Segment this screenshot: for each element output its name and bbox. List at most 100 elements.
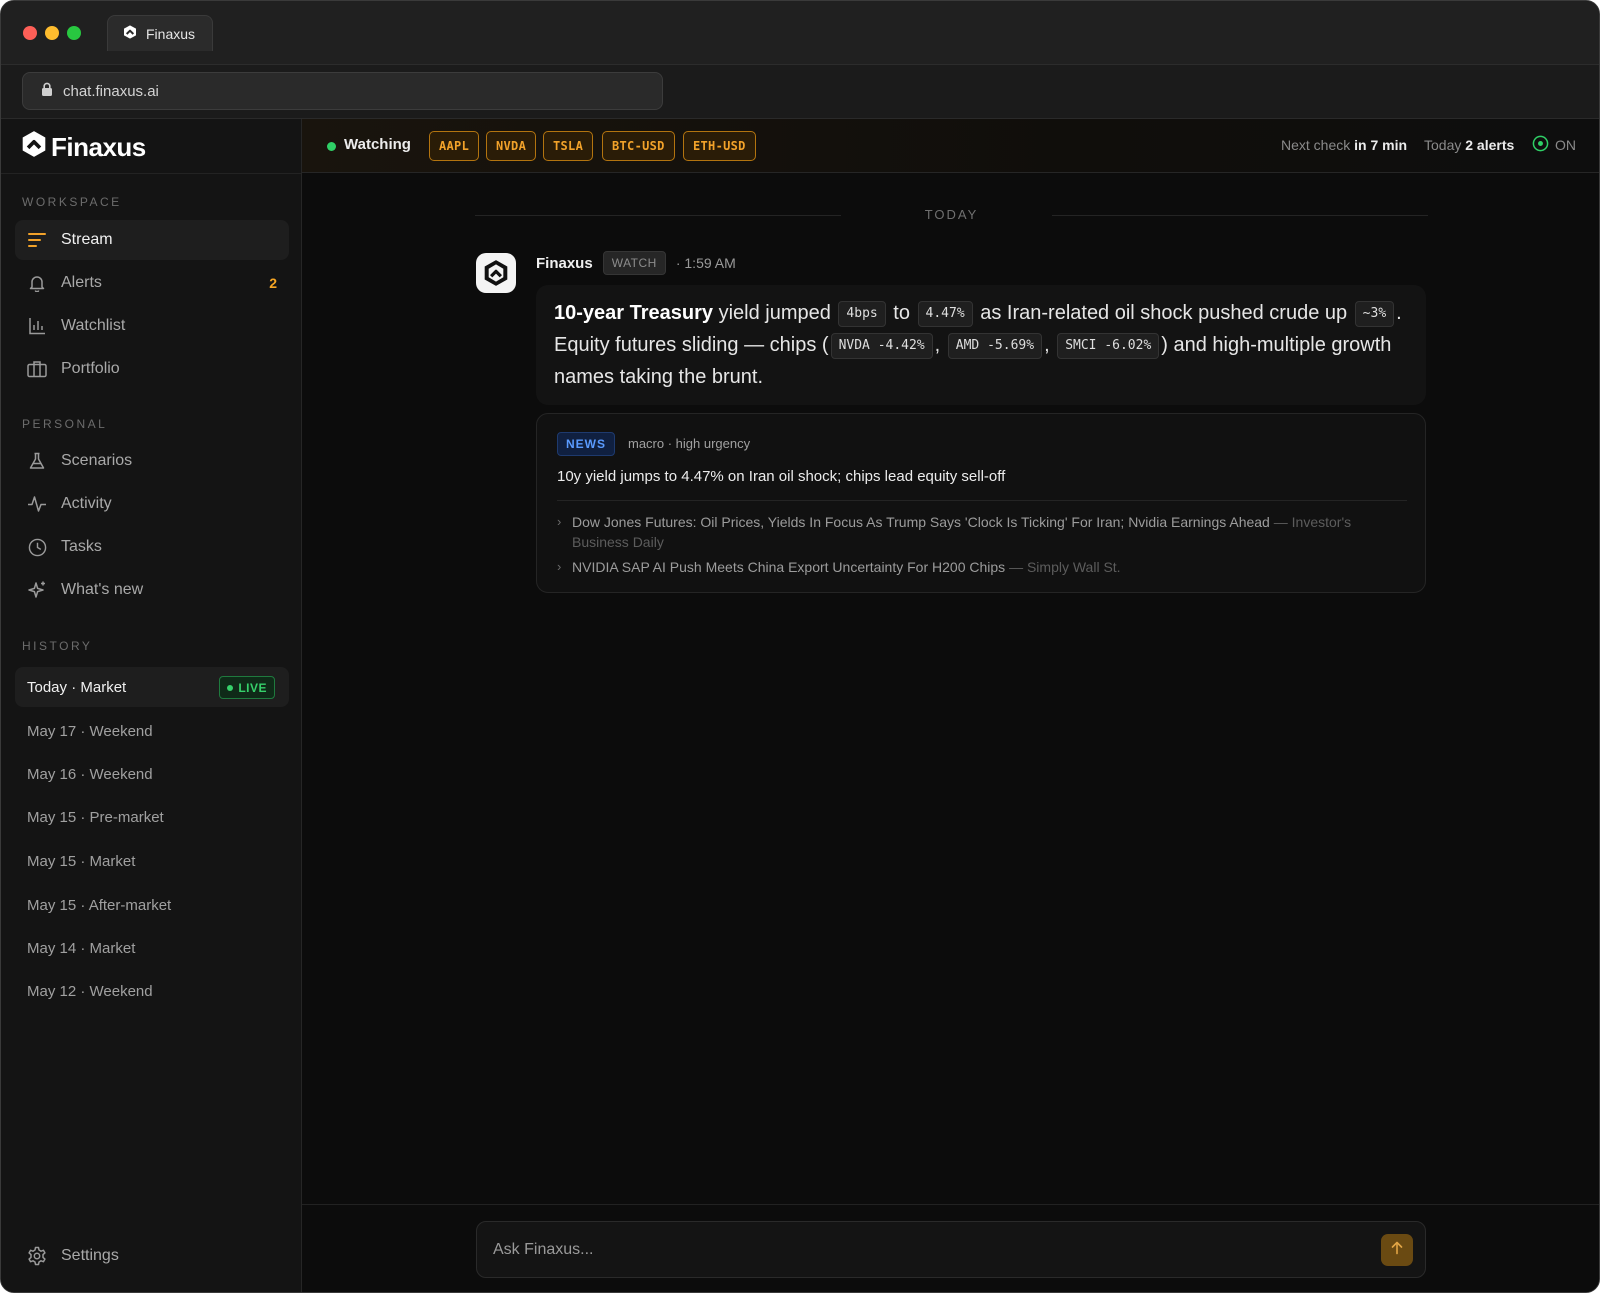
title-bar: Finaxus xyxy=(1,1,1599,65)
watch-bar: Watching AAPL NVDA TSLA BTC-USD ETH-USD … xyxy=(302,119,1599,173)
ticker-value-chip: SMCI -6.02% xyxy=(1057,333,1160,359)
brand-name: Finaxus xyxy=(51,131,146,162)
history-item-label: May 15 · After-market xyxy=(27,896,172,914)
sidebar-item-activity[interactable]: Activity xyxy=(15,484,289,524)
history-item[interactable]: May 16 · Weekend xyxy=(15,754,289,794)
activity-icon xyxy=(27,494,47,514)
sidebar-item-label: What's new xyxy=(61,581,144,598)
divider xyxy=(302,1204,1599,1205)
message-header: Finaxus WATCH · 1:59 AM xyxy=(536,251,736,275)
message-author: Finaxus xyxy=(536,254,593,272)
ticker-chip[interactable]: TSLA xyxy=(543,131,594,161)
history-item-label: Today · Market xyxy=(27,678,127,696)
sidebar-item-label: Stream xyxy=(61,231,113,248)
ticker-chip[interactable]: NVDA xyxy=(486,131,537,161)
gear-icon xyxy=(27,1246,47,1266)
minimize-window-button[interactable] xyxy=(45,26,59,40)
url-field[interactable]: chat.finaxus.ai xyxy=(22,72,663,110)
section-label-personal: PERSONAL xyxy=(22,417,108,431)
next-check-status: Next check in 7 min xyxy=(1281,137,1407,153)
news-meta: macro · high urgency xyxy=(628,436,751,451)
briefcase-icon xyxy=(27,359,47,379)
message-text: , xyxy=(1044,334,1056,356)
maximize-window-button[interactable] xyxy=(67,26,81,40)
history-item[interactable]: May 15 · After-market xyxy=(15,885,289,925)
value-chip: ~3% xyxy=(1354,301,1395,327)
message-timestamp: · 1:59 AM xyxy=(675,255,736,271)
url-text: chat.finaxus.ai xyxy=(63,82,159,100)
news-link[interactable]: › Dow Jones Futures: Oil Prices, Yields … xyxy=(557,512,1387,552)
watching-label: Watching xyxy=(344,136,411,153)
sidebar-item-alerts[interactable]: Alerts 2 xyxy=(15,263,289,303)
browser-window: Finaxus chat.finaxus.ai Finaxus WORKSPAC… xyxy=(0,0,1600,1293)
news-link-title: NVIDIA SAP AI Push Meets China Export Un… xyxy=(572,559,1006,575)
flask-icon xyxy=(27,451,47,471)
brand-logo[interactable]: Finaxus xyxy=(21,129,146,165)
history-item[interactable]: May 14 · Market xyxy=(15,928,289,968)
sidebar-item-label: Portfolio xyxy=(61,360,120,377)
news-link-source: — Simply Wall St. xyxy=(1009,559,1121,575)
history-item[interactable]: May 15 · Market xyxy=(15,841,289,881)
tab-title: Finaxus xyxy=(146,25,196,42)
address-bar: chat.finaxus.ai xyxy=(1,65,1599,119)
ticker-chip[interactable]: BTC-USD xyxy=(602,131,675,161)
next-check-prefix: Next check xyxy=(1281,137,1351,153)
news-link-title: Dow Jones Futures: Oil Prices, Yields In… xyxy=(572,514,1270,530)
ticker-value-chip: NVDA -4.42% xyxy=(830,333,933,359)
message-highlight: 10-year Treasury xyxy=(554,302,714,324)
next-check-value: in 7 min xyxy=(1354,137,1408,153)
history-item[interactable]: May 15 · Pre-market xyxy=(15,797,289,837)
history-item-label: May 15 · Pre-market xyxy=(27,808,164,826)
finaxus-logo-icon xyxy=(122,24,138,43)
composer xyxy=(476,1221,1426,1278)
sidebar-item-label: Scenarios xyxy=(61,452,133,469)
sidebar-item-tasks[interactable]: Tasks xyxy=(15,527,289,567)
live-badge-label: LIVE xyxy=(238,680,267,695)
finaxus-logo-icon xyxy=(21,130,47,165)
today-alerts-status: Today 2 alerts xyxy=(1424,137,1514,153)
sidebar-item-label: Watchlist xyxy=(61,317,126,334)
live-badge: LIVE xyxy=(219,676,275,699)
sidebar-item-watchlist[interactable]: Watchlist xyxy=(15,306,289,346)
sidebar-item-portfolio[interactable]: Portfolio xyxy=(15,349,289,389)
message-text: yield jumped xyxy=(713,302,837,324)
message-text: , xyxy=(934,334,946,356)
history-item-label: May 14 · Market xyxy=(27,939,136,957)
message-text: to xyxy=(887,302,916,324)
ticker-chip[interactable]: ETH-USD xyxy=(683,131,756,161)
sidebar-item-settings[interactable]: Settings xyxy=(15,1236,289,1276)
sidebar-item-scenarios[interactable]: Scenarios xyxy=(15,441,289,481)
message-text: as Iran-related oil shock pushed crude u… xyxy=(974,302,1353,324)
ticker-value-chip: AMD -5.69% xyxy=(947,333,1043,359)
send-button[interactable] xyxy=(1381,1234,1413,1266)
watch-status-label: ON xyxy=(1555,137,1576,153)
section-label-history: HISTORY xyxy=(22,639,93,653)
news-link[interactable]: › NVIDIA SAP AI Push Meets China Export … xyxy=(557,557,1387,577)
watch-toggle[interactable]: ON xyxy=(1532,135,1576,155)
sidebar-item-label: Settings xyxy=(61,1247,119,1264)
message-body: 10-year Treasury yield jumped 4bps to 4.… xyxy=(536,285,1426,405)
history-item[interactable]: May 12 · Weekend xyxy=(15,971,289,1011)
value-chip: 4.47% xyxy=(917,301,973,327)
today-prefix: Today xyxy=(1424,137,1462,153)
history-item[interactable]: May 17 · Weekend xyxy=(15,711,289,751)
sidebar: Finaxus WORKSPACE Stream Alerts 2 Watchl… xyxy=(1,119,302,1292)
news-title[interactable]: 10y yield jumps to 4.47% on Iran oil sho… xyxy=(557,468,1005,485)
stream-icon xyxy=(27,230,47,250)
ask-input[interactable] xyxy=(493,1222,1343,1277)
lock-icon xyxy=(41,82,53,100)
sidebar-item-label: Tasks xyxy=(61,538,102,555)
alerts-count-badge: 2 xyxy=(269,275,277,291)
sparkle-icon xyxy=(27,580,47,600)
history-item-label: May 15 · Market xyxy=(27,852,136,870)
browser-tab[interactable]: Finaxus xyxy=(107,15,213,51)
main-panel: Watching AAPL NVDA TSLA BTC-USD ETH-USD … xyxy=(302,119,1599,1292)
chevron-right-icon: › xyxy=(557,514,562,529)
sidebar-item-whats-new[interactable]: What's new xyxy=(15,570,289,610)
history-item-today-market[interactable]: Today · Market LIVE xyxy=(15,667,289,707)
close-window-button[interactable] xyxy=(23,26,37,40)
finaxus-avatar xyxy=(476,253,516,293)
history-item-label: May 17 · Weekend xyxy=(27,722,153,740)
sidebar-item-stream[interactable]: Stream xyxy=(15,220,289,260)
ticker-chip[interactable]: AAPL xyxy=(429,131,480,161)
